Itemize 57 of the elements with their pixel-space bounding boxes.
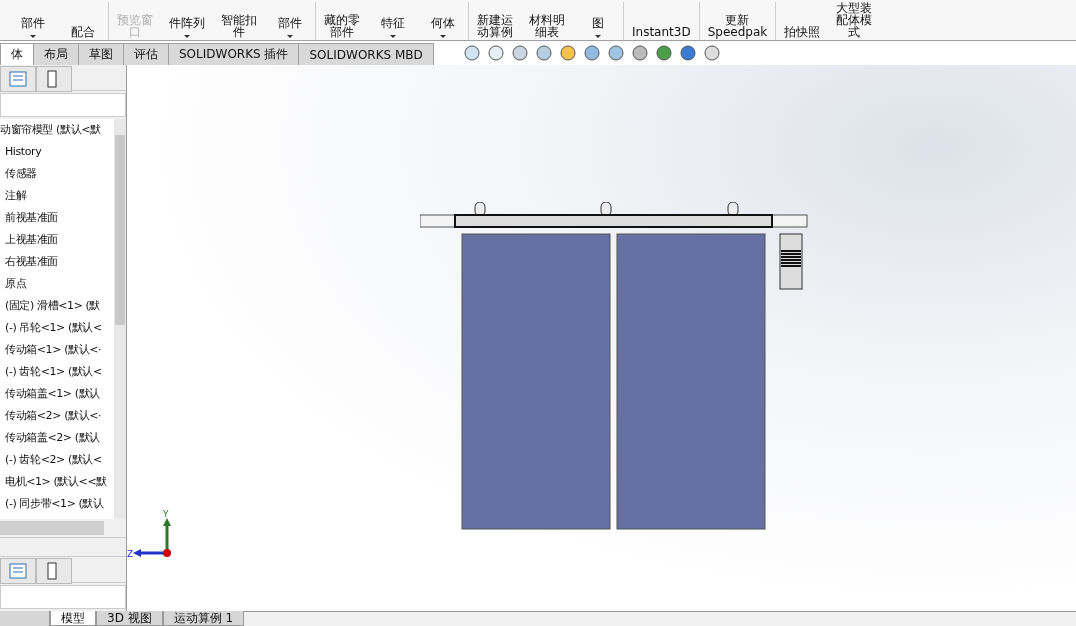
ribbon-button[interactable]: 图 <box>573 0 623 40</box>
ribbon-button[interactable]: 大型装 配体模 式 <box>828 0 881 40</box>
tree-item[interactable]: (-) 齿轮<1> (默认< <box>0 361 114 383</box>
ribbon-button[interactable]: 配合 <box>58 0 108 40</box>
tab[interactable]: 评估 <box>123 43 169 65</box>
ribbon-button[interactable]: 智能扣 件 <box>213 0 265 40</box>
ribbon-button[interactable]: Instant3D <box>624 0 699 40</box>
tab[interactable]: 草图 <box>78 43 124 65</box>
ribbon-button[interactable]: 部件 <box>265 0 315 40</box>
tab[interactable]: 体 <box>0 43 34 65</box>
splitter-handle[interactable] <box>0 537 126 557</box>
property-tab[interactable] <box>36 66 72 92</box>
tree-item[interactable]: 传感器 <box>0 163 114 185</box>
tree-item[interactable]: (-) 吊轮<1> (默认< <box>0 317 114 339</box>
axis-label: Y <box>163 510 169 519</box>
tree-item[interactable]: 传动箱盖<1> (默认 <box>0 383 114 405</box>
tree-item[interactable]: 右视基准面 <box>0 251 114 273</box>
tab[interactable]: SOLIDWORKS MBD <box>298 43 434 65</box>
bottom-tab[interactable]: 运动算例 1 <box>162 611 245 626</box>
tree-item[interactable]: (固定) 滑槽<1> (默 <box>0 295 114 317</box>
ribbon-button[interactable]: 特征 <box>368 0 418 40</box>
ribbon-button[interactable]: 藏的零 部件 <box>316 0 368 40</box>
ribbon-button[interactable]: 更新 Speedpak <box>699 0 776 40</box>
tree-item[interactable]: 动窗帘模型 (默认<默 <box>0 119 114 141</box>
tree-item[interactable]: 传动箱<1> (默认<· <box>0 339 114 361</box>
ribbon-button[interactable]: 件阵列 <box>161 0 213 40</box>
tab[interactable]: SOLIDWORKS 插件 <box>168 43 300 65</box>
z-axis-arrow <box>133 549 164 557</box>
filter-field[interactable] <box>0 585 126 609</box>
property-tab[interactable] <box>36 558 72 584</box>
tree-item[interactable]: (-) 同步带<1> (默认 <box>0 493 114 515</box>
ribbon-button[interactable]: 新建运 动算例 <box>469 0 521 40</box>
list-icon <box>9 563 27 579</box>
scrollbar[interactable] <box>114 119 126 519</box>
tree-item[interactable]: 原点 <box>0 273 114 295</box>
ribbon-button[interactable]: 拍快照 <box>776 0 829 40</box>
tab[interactable]: 布局 <box>33 43 79 65</box>
tree-item[interactable]: 传动箱盖<2> (默认 <box>0 427 114 449</box>
bottom-tab[interactable]: 3D 视图 <box>96 611 163 626</box>
ribbon-button[interactable]: 何体 <box>418 0 468 40</box>
tree-item[interactable]: 上视基准面 <box>0 229 114 251</box>
filter-field[interactable] <box>0 93 126 117</box>
list-icon <box>9 71 27 87</box>
feature-tree-tab[interactable] <box>0 66 36 92</box>
tree-item[interactable]: (-) 齿轮<2> (默认< <box>0 449 114 471</box>
ribbon-button[interactable]: 材料明 细表 <box>521 0 573 40</box>
tree-item[interactable]: 电机<1> (默认<<默 <box>0 471 114 493</box>
tree-item[interactable]: 注解 <box>0 185 114 207</box>
axis-label: Z <box>127 549 134 559</box>
tree-item[interactable]: History <box>0 141 114 163</box>
bottom-tab[interactable]: 模型 <box>50 611 96 626</box>
feature-tree-tab[interactable] <box>0 558 36 584</box>
y-axis-arrow <box>163 518 171 550</box>
tree-item[interactable]: 传动箱<2> (默认<· <box>0 405 114 427</box>
ribbon-button[interactable]: 部件 <box>8 0 58 40</box>
origin-dot <box>163 549 171 557</box>
tree-item[interactable]: 前视基准面 <box>0 207 114 229</box>
